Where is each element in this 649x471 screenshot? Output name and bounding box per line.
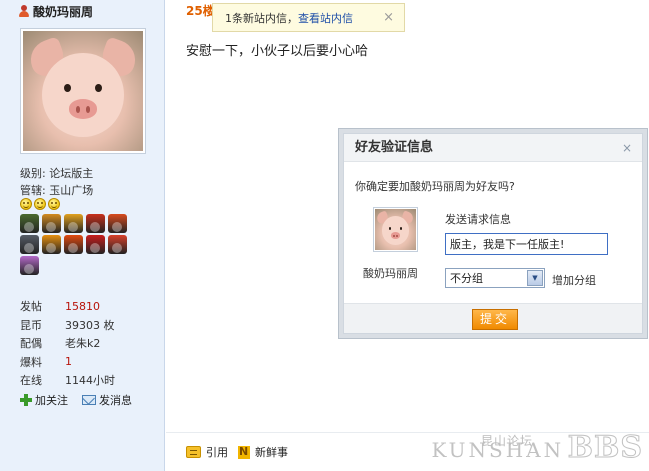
post-content: 安慰一下，小伙子以后要小心哈 — [186, 44, 369, 59]
news-button[interactable]: 新鲜事 — [238, 444, 288, 460]
stat-value: 老朱k2 — [65, 337, 101, 351]
stat-value: 1 — [65, 355, 72, 369]
medal-icon[interactable] — [108, 214, 127, 233]
stat-label: 配偶 — [20, 337, 42, 351]
add-group-link[interactable]: 增加分组 — [552, 272, 596, 288]
news-icon — [238, 445, 250, 459]
avatar[interactable] — [20, 28, 146, 154]
user-actions: 加关注 发消息 — [20, 392, 132, 408]
medal-icon[interactable] — [20, 214, 39, 233]
message-notification: 1条新站内信， 查看站内信 × — [212, 3, 405, 32]
medal-icon[interactable] — [86, 235, 105, 254]
smiley-icon — [34, 198, 46, 210]
stat-value: 39303 枚 — [65, 318, 115, 332]
post-floor-number[interactable]: 25楼 — [186, 2, 215, 19]
plus-icon — [20, 394, 32, 406]
quote-button[interactable]: 引用 — [186, 444, 228, 460]
medal-icon[interactable] — [20, 256, 39, 275]
medal-icon[interactable] — [20, 235, 39, 254]
medal-icon[interactable] — [42, 235, 61, 254]
friend-request-dialog: 好友验证信息 × 你确定要加酸奶玛丽周为好友吗? 酸奶玛丽周 发送请求信息 不分… — [338, 128, 648, 339]
stat-row: 昆币 39303 枚 — [20, 316, 115, 335]
stat-value: 15810 — [65, 299, 100, 313]
medal-icon[interactable] — [86, 214, 105, 233]
mail-icon — [82, 395, 96, 405]
avatar-image — [375, 209, 416, 250]
avatar — [373, 207, 418, 252]
stat-value: 1144小时 — [65, 374, 115, 388]
stat-label: 在线 — [20, 374, 42, 388]
smiley-icon — [48, 198, 60, 210]
stat-row: 爆料 1 — [20, 353, 115, 372]
user-stats: 发帖 15810 昆币 39303 枚配偶 老朱k2 爆料 1 在线 1144小时 — [20, 297, 115, 390]
notification-text: 1条新站内信， — [225, 11, 298, 25]
medal-icon[interactable] — [64, 214, 83, 233]
watermark-cn: 昆山论坛 — [480, 434, 533, 448]
group-select[interactable]: 不分组 ▼ — [445, 268, 545, 288]
stat-label: 爆料 — [20, 355, 42, 369]
follow-button[interactable]: 加关注 — [20, 392, 68, 408]
view-messages-link[interactable]: 查看站内信 — [298, 10, 353, 26]
avatar-image — [23, 31, 143, 151]
medal-list — [20, 214, 140, 275]
stat-row: 在线 1144小时 — [20, 371, 115, 390]
rank-icons — [20, 198, 60, 210]
username[interactable]: 酸奶玛丽周 — [33, 3, 93, 20]
request-message-label: 发送请求信息 — [445, 213, 511, 226]
close-icon[interactable]: × — [383, 10, 394, 25]
user-icon — [18, 5, 29, 18]
user-level: 级别: 论坛版主 — [20, 167, 94, 180]
send-message-button[interactable]: 发消息 — [82, 392, 132, 408]
medal-icon[interactable] — [42, 214, 61, 233]
stat-row: 发帖 15810 — [20, 297, 115, 316]
user-manages: 管辖: 玉山广场 — [20, 184, 94, 197]
forum-watermark: 昆山论坛 KUNSHAN BBS — [431, 430, 643, 466]
chevron-down-icon[interactable]: ▼ — [527, 270, 543, 286]
dialog-footer: 提交 — [344, 303, 642, 333]
user-profile-sidebar: 酸奶玛丽周 级别: 论坛版主 管辖: 玉山广场 发帖 15810 昆币 39303 枚… — [0, 0, 165, 471]
stat-row: 配偶 老朱k2 — [20, 334, 115, 353]
dialog-title: 好友验证信息 — [344, 134, 642, 162]
stat-label: 昆币 — [20, 318, 42, 332]
dialog-question: 你确定要加酸奶玛丽周为好友吗? — [355, 180, 515, 193]
submit-button[interactable]: 提交 — [472, 309, 518, 330]
post-actions: 引用 新鲜事 — [186, 444, 288, 460]
medal-icon[interactable] — [64, 235, 83, 254]
smiley-icon — [20, 198, 32, 210]
quote-icon — [186, 446, 201, 458]
dialog-username: 酸奶玛丽周 — [363, 267, 418, 280]
medal-icon[interactable] — [108, 235, 127, 254]
user-header[interactable]: 酸奶玛丽周 — [18, 3, 93, 20]
request-message-input[interactable] — [445, 233, 608, 255]
stat-label: 发帖 — [20, 300, 42, 314]
watermark-bbs: BBS — [567, 430, 643, 466]
close-icon[interactable]: × — [622, 141, 632, 155]
